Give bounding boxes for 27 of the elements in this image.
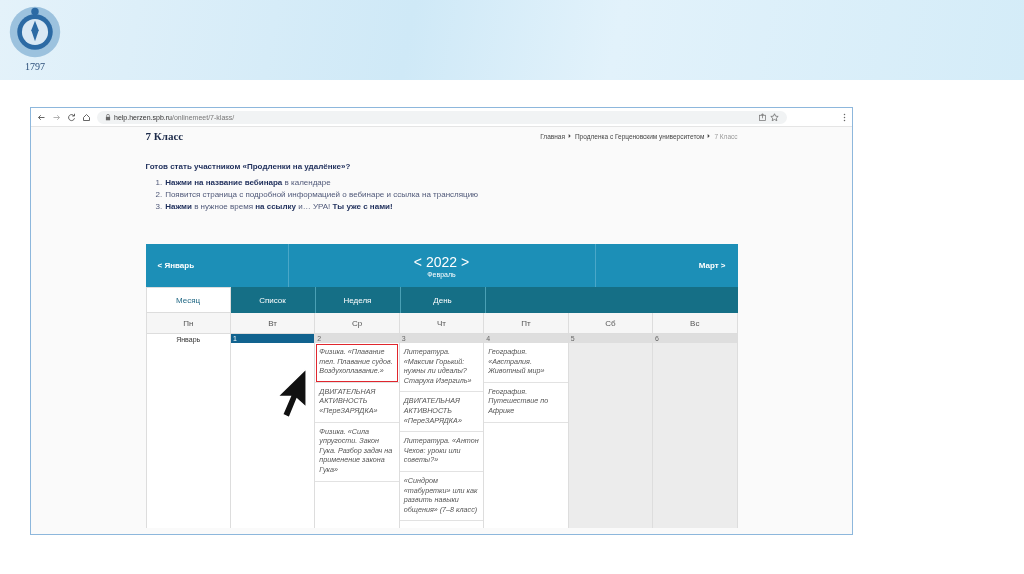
step-text: Появится страница с подробной информацией о вебинаре и ссылка на трансляцию xyxy=(165,189,479,200)
back-icon[interactable] xyxy=(37,112,46,122)
emblem-icon xyxy=(7,4,63,60)
step-number: 1. xyxy=(155,177,163,188)
weekday-header: Пн xyxy=(146,313,231,334)
share-icon[interactable] xyxy=(758,112,767,122)
weekday-header: Вт xyxy=(230,313,316,334)
reload-icon[interactable] xyxy=(67,112,76,122)
chevron-icon xyxy=(707,134,712,138)
step-number: 2. xyxy=(155,189,163,200)
step-number: 3. xyxy=(155,201,163,212)
step-text: Нажми в нужное время на ссылку и… УРА! Ты уже с нами! xyxy=(165,201,393,212)
founding-year: 1797 xyxy=(25,61,45,72)
weekday-header: Вс xyxy=(653,313,738,334)
view-tab[interactable]: Месяц xyxy=(145,287,231,313)
home-icon[interactable] xyxy=(82,112,91,122)
lock-icon xyxy=(105,113,111,121)
weekday-header: Ср xyxy=(315,313,400,334)
question-heading: Готов стать участником «Продленки на удалёнке»? xyxy=(145,162,352,171)
step-text: Нажми на название вебинара в календаре xyxy=(165,177,331,188)
weekday-header: Чт xyxy=(399,313,485,334)
year-selector[interactable]: < 2022 > xyxy=(413,253,470,270)
page-title: 7 Класс xyxy=(145,130,184,142)
weekday-header: Пт xyxy=(484,313,569,334)
star-icon[interactable] xyxy=(770,112,779,122)
chevron-icon xyxy=(567,134,572,138)
weekday-header: Сб xyxy=(568,313,654,334)
